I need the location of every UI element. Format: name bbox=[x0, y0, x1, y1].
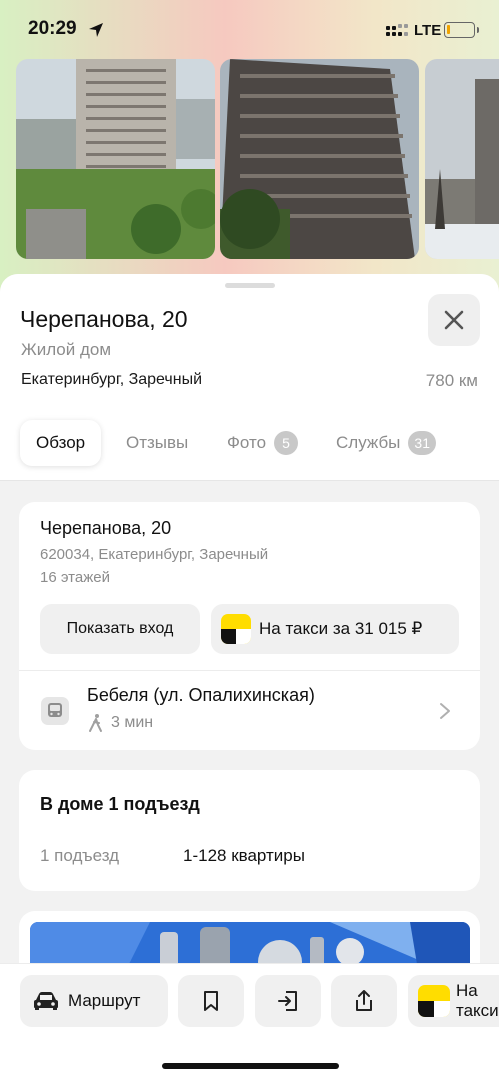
route-button[interactable]: Маршрут bbox=[20, 975, 168, 1027]
show-entrance-label: Показать вход bbox=[66, 620, 174, 637]
taxi-logo-icon bbox=[418, 985, 450, 1017]
status-time: 20:29 bbox=[28, 18, 77, 39]
walking-icon bbox=[89, 714, 102, 732]
tab-photos[interactable]: Фото 5 bbox=[227, 420, 299, 466]
chevron-right-icon[interactable] bbox=[437, 701, 453, 721]
photo-1[interactable] bbox=[16, 59, 215, 259]
place-title: Черепанова, 20 bbox=[20, 306, 188, 332]
signal-icon bbox=[386, 24, 408, 36]
sheet-grabber[interactable] bbox=[225, 283, 275, 288]
taxi-price-label: На такси за 31 015 ₽ bbox=[259, 619, 423, 638]
address-postal: 620034, Екатеринбург, Заречный bbox=[40, 546, 269, 563]
tab-label: Службы bbox=[336, 433, 401, 452]
route-label: Маршрут bbox=[68, 991, 141, 1010]
place-category: Жилой дом bbox=[21, 340, 112, 359]
walk-time: 3 мин bbox=[111, 714, 154, 731]
tab-badge: 5 bbox=[274, 431, 299, 455]
tab-label: Фото bbox=[227, 433, 267, 452]
share-icon bbox=[356, 990, 372, 1011]
entrances-title: В доме 1 подъезд bbox=[40, 794, 200, 814]
entrances-flats: 1-128 квартиры bbox=[183, 846, 305, 865]
divider bbox=[0, 480, 499, 481]
tab-badge: 31 bbox=[408, 431, 436, 455]
close-button[interactable] bbox=[428, 294, 480, 346]
place-sheet: Черепанова, 20 Жилой дом Екатеринбург, З… bbox=[0, 274, 499, 1080]
taxi-button[interactable]: На такси за 31 015 ₽ bbox=[211, 604, 459, 654]
status-bar: 20:29 LTE bbox=[0, 0, 499, 60]
tab-overview[interactable]: Обзор bbox=[20, 420, 102, 466]
close-icon bbox=[444, 310, 464, 330]
car-icon bbox=[34, 992, 58, 1010]
photo-3[interactable] bbox=[425, 59, 499, 259]
taxi-logo-icon bbox=[221, 614, 251, 644]
taxi-bottom-label: На такси bbox=[456, 981, 499, 1020]
photo-2[interactable] bbox=[220, 59, 419, 259]
bottom-action-bar: Маршрут На такси bbox=[0, 964, 499, 1080]
place-city: Екатеринбург, Заречный bbox=[21, 371, 203, 388]
entrances-card: В доме 1 подъезд 1 подъезд 1-128 квартир… bbox=[19, 770, 480, 891]
address-street: Черепанова, 20 bbox=[40, 518, 172, 538]
bus-stop-icon bbox=[41, 697, 69, 725]
share-button[interactable] bbox=[331, 975, 397, 1027]
tab-label: Обзор bbox=[36, 433, 86, 452]
taxi-bottom-button[interactable]: На такси bbox=[408, 975, 499, 1027]
transit-stop-name[interactable]: Бебеля (ул. Опалихинская) bbox=[87, 685, 315, 706]
tab-reviews[interactable]: Отзывы bbox=[126, 420, 188, 466]
show-entrance-button[interactable]: Показать вход bbox=[40, 604, 200, 654]
tab-label: Отзывы bbox=[126, 433, 189, 452]
bookmark-button[interactable] bbox=[178, 975, 244, 1027]
place-distance: 780 км bbox=[425, 371, 478, 390]
network-type: LTE bbox=[414, 22, 442, 39]
battery-icon bbox=[444, 22, 479, 38]
entrance-icon bbox=[278, 991, 297, 1011]
divider bbox=[19, 670, 480, 671]
entrances-count: 1 подъезд bbox=[40, 846, 120, 865]
address-card: Черепанова, 20 620034, Екатеринбург, Зар… bbox=[19, 502, 480, 750]
bookmark-icon bbox=[204, 991, 218, 1011]
home-indicator[interactable] bbox=[162, 1063, 339, 1069]
sheet-header: Черепанова, 20 Жилой дом Екатеринбург, З… bbox=[0, 274, 499, 481]
building-floors: 16 этажей bbox=[40, 569, 110, 586]
tab-bar: Обзор Отзывы Фото 5 Службы 31 bbox=[0, 420, 499, 468]
tab-services[interactable]: Службы 31 bbox=[336, 420, 436, 466]
location-arrow-icon bbox=[89, 23, 103, 37]
entrance-button[interactable] bbox=[255, 975, 321, 1027]
